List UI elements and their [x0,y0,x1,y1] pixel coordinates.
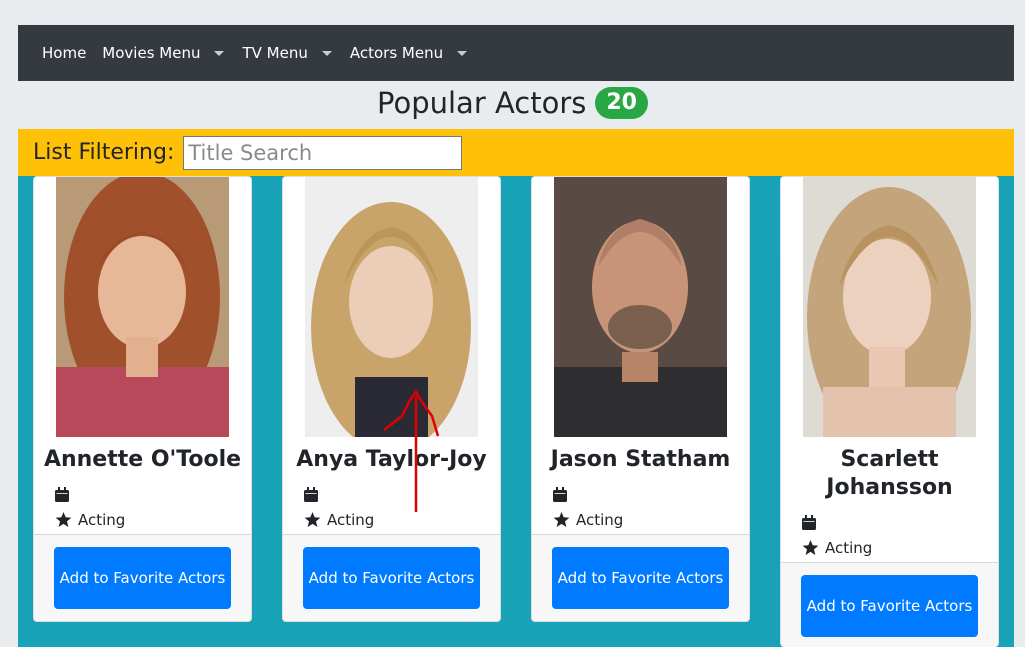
nav-movies-label: Movies Menu [102,44,201,62]
actor-cards-area: Annette O'Toole Acting Add to Favorite A… [18,176,1014,647]
star-icon [304,512,321,527]
card-footer: Add to Favorite Actors [34,534,251,621]
calendar-icon [802,515,816,530]
actor-name: Anya Taylor-Joy [296,447,487,472]
caret-down-icon [214,50,225,56]
nav-actors-label: Actors Menu [349,44,444,62]
nav-home-link[interactable]: Home [42,44,86,62]
department-label: Acting [576,511,624,529]
caret-down-icon [321,50,332,56]
add-favorite-button[interactable]: Add to Favorite Actors [801,575,978,637]
actor-card: Anya Taylor-Joy Acting Add to Favorite A… [282,176,501,622]
actor-card: Scarlett Johansson Acting Add to Favorit… [780,176,999,647]
add-favorite-button[interactable]: Add to Favorite Actors [303,547,480,609]
filter-label: List Filtering: [33,140,175,165]
department-label: Acting [78,511,126,529]
department-row: Acting [304,511,374,529]
page-title-text: Popular Actors [377,86,587,120]
nav-movies-menu[interactable]: Movies Menu [102,44,226,62]
actor-name: Annette O'Toole [43,447,242,472]
nav-actors-menu[interactable]: Actors Menu [350,44,469,62]
add-favorite-button[interactable]: Add to Favorite Actors [54,547,231,609]
actor-name: Scarlett Johansson [826,447,953,500]
star-icon [553,512,570,527]
star-icon [802,540,819,555]
title-search-input[interactable] [183,135,463,170]
department-label: Acting [327,511,375,529]
actor-photo [305,177,478,437]
actor-photo [554,177,727,437]
department-row: Acting [55,511,125,529]
actor-card: Annette O'Toole Acting Add to Favorite A… [33,176,252,622]
nav-tv-label: TV Menu [242,44,308,62]
nav-tv-menu[interactable]: TV Menu [242,44,333,62]
calendar-icon [553,487,567,502]
top-navbar: Home Movies Menu TV Menu Actors Menu [18,25,1014,81]
actor-photo [56,177,229,437]
star-icon [55,512,72,527]
actor-name: Jason Statham [550,447,731,472]
department-row: Acting [802,539,872,557]
count-badge: 20 [595,87,648,119]
card-footer: Add to Favorite Actors [283,534,500,621]
caret-down-icon [457,50,468,56]
department-row: Acting [553,511,623,529]
actor-photo [803,177,976,437]
page-title: Popular Actors 20 [0,84,1025,122]
actor-card: Jason Statham Acting Add to Favorite Act… [531,176,750,622]
calendar-icon [304,487,318,502]
department-label: Acting [825,539,873,557]
card-footer: Add to Favorite Actors [781,562,998,647]
add-favorite-button[interactable]: Add to Favorite Actors [552,547,729,609]
filter-bar: List Filtering: [18,129,1014,176]
card-footer: Add to Favorite Actors [532,534,749,621]
calendar-icon [55,487,69,502]
